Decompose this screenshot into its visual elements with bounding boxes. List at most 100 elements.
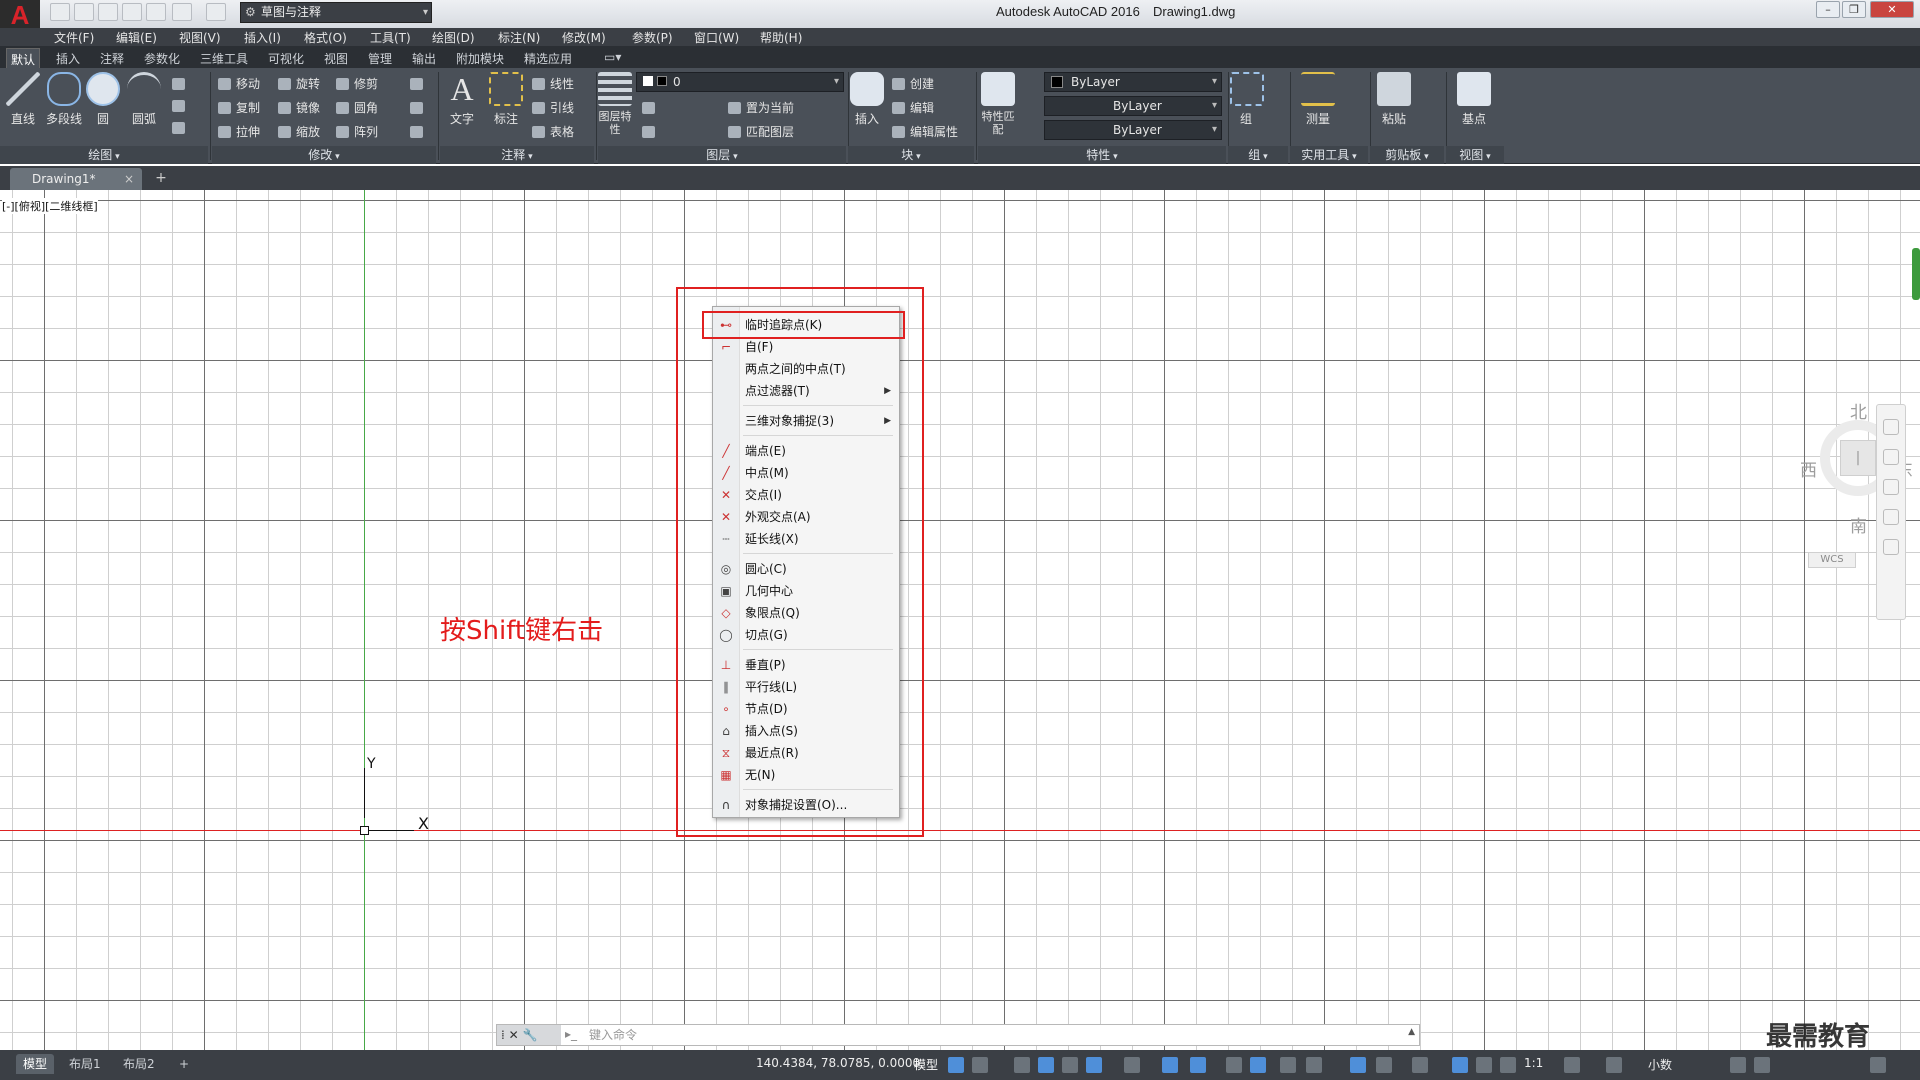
- groups-panel-title[interactable]: 组: [1228, 146, 1288, 164]
- layout-tab-model[interactable]: 模型: [16, 1054, 55, 1074]
- lock-ui-icon[interactable]: [1754, 1057, 1770, 1073]
- selection-filter-icon[interactable]: [1376, 1057, 1392, 1073]
- view-panel-title[interactable]: 视图: [1446, 146, 1504, 164]
- menu-item-point-filters[interactable]: 点过滤器(T) ▶: [713, 381, 899, 401]
- orbit-icon[interactable]: [1883, 509, 1899, 525]
- base-point-button[interactable]: 基点: [1456, 72, 1492, 127]
- tab-view[interactable]: 视图: [320, 48, 352, 69]
- polar-tracking-icon[interactable]: [1086, 1057, 1102, 1073]
- menu-item-3d-osnap[interactable]: 三维对象捕捉(3) ▶: [713, 411, 899, 431]
- dynamic-input-icon[interactable]: [1038, 1057, 1054, 1073]
- menu-view[interactable]: 视图(V): [179, 29, 221, 46]
- menu-edit[interactable]: 编辑(E): [116, 29, 157, 46]
- menu-item-midpoint[interactable]: ╱ 中点(M): [713, 463, 899, 483]
- menu-item-insertion[interactable]: ⌂ 插入点(S): [713, 721, 899, 741]
- compass-north[interactable]: 北: [1850, 398, 1867, 423]
- create-block-button[interactable]: 创建: [890, 74, 934, 94]
- linear-button[interactable]: 线性: [530, 74, 574, 94]
- annotation-visibility-icon[interactable]: [1452, 1057, 1468, 1073]
- new-file-icon[interactable]: [50, 3, 70, 21]
- menu-item-quadrant[interactable]: ◇ 象限点(Q): [713, 603, 899, 623]
- tab-annotate[interactable]: 注释: [96, 48, 128, 69]
- explode-button[interactable]: [408, 98, 432, 118]
- menu-item-node[interactable]: ∘ 节点(D): [713, 699, 899, 719]
- menu-item-endpoint[interactable]: ╱ 端点(E): [713, 441, 899, 461]
- layer-properties-button[interactable]: 图层特性: [598, 72, 632, 136]
- layer-dropdown[interactable]: 0: [636, 72, 844, 92]
- wcs-menu[interactable]: WCS: [1808, 552, 1856, 568]
- dimension-button[interactable]: 标注: [486, 72, 526, 127]
- layer-tools-row-2[interactable]: [640, 122, 720, 142]
- arc-button[interactable]: 圆弧: [126, 72, 162, 127]
- rotate-button[interactable]: 旋转: [276, 74, 320, 94]
- annotation-panel-title[interactable]: 注释: [440, 146, 594, 164]
- customization-icon[interactable]: [1870, 1057, 1886, 1073]
- drawing-canvas[interactable]: [-][俯视][二维线框] Y X 按Shift键右击 | 北 西 东 南 WC…: [0, 190, 1920, 1050]
- draw-panel-title[interactable]: 绘图: [0, 146, 208, 164]
- command-history-icon[interactable]: ▲: [1408, 1027, 1415, 1037]
- text-button[interactable]: A 文字: [444, 72, 480, 127]
- hatch-button[interactable]: [170, 96, 200, 116]
- workspace-switching-icon[interactable]: [1564, 1057, 1580, 1073]
- ribbon-options-icon[interactable]: ▭▾: [600, 48, 625, 66]
- menu-item-from[interactable]: ⌐ 自(F): [713, 337, 899, 357]
- move-button[interactable]: 移动: [216, 74, 260, 94]
- save-as-icon[interactable]: [122, 3, 142, 21]
- scroll-indicator[interactable]: [1912, 248, 1920, 300]
- close-icon[interactable]: ✕: [1870, 1, 1914, 18]
- auto-scale-icon[interactable]: [1476, 1057, 1492, 1073]
- region-button[interactable]: [170, 118, 200, 138]
- menu-item-nearest[interactable]: ⧖ 最近点(R): [713, 743, 899, 763]
- menu-item-intersection[interactable]: ✕ 交点(I): [713, 485, 899, 505]
- scale-button[interactable]: 缩放: [276, 122, 320, 142]
- plot-icon[interactable]: [146, 3, 166, 21]
- layer-tools-row-1[interactable]: [640, 98, 720, 118]
- menu-item-center[interactable]: ◎ 圆心(C): [713, 559, 899, 579]
- tab-addins[interactable]: 附加模块: [452, 48, 508, 69]
- insert-block-button[interactable]: 插入: [850, 72, 884, 127]
- grid-icon[interactable]: [948, 1057, 964, 1073]
- add-layout-icon[interactable]: +: [172, 1054, 196, 1074]
- close-tab-icon[interactable]: ×: [124, 168, 134, 190]
- edit-block-button[interactable]: 编辑: [890, 98, 934, 118]
- model-space-button[interactable]: 模型: [914, 1056, 938, 1073]
- erase-button[interactable]: [408, 74, 432, 94]
- tab-manage[interactable]: 管理: [364, 48, 396, 69]
- menu-file[interactable]: 文件(F): [54, 29, 94, 46]
- copy-button[interactable]: 复制: [216, 98, 260, 118]
- match-layer-button[interactable]: 匹配图层: [726, 122, 794, 142]
- menu-modify[interactable]: 修改(M): [562, 29, 606, 46]
- menu-format[interactable]: 格式(O): [304, 29, 347, 46]
- menu-tools[interactable]: 工具(T): [370, 29, 411, 46]
- compass-west[interactable]: 西: [1800, 456, 1817, 481]
- menu-item-perpendicular[interactable]: ⊥ 垂直(P): [713, 655, 899, 675]
- redo-icon[interactable]: [206, 3, 226, 21]
- menu-item-tangent[interactable]: ◯ 切点(G): [713, 625, 899, 645]
- tab-3d-tools[interactable]: 三维工具: [196, 48, 252, 69]
- linetype-dropdown[interactable]: ByLayer: [1044, 96, 1222, 116]
- properties-panel-title[interactable]: 特性: [978, 146, 1226, 164]
- ortho-icon[interactable]: [1062, 1057, 1078, 1073]
- layout-tab-1[interactable]: 布局1: [62, 1054, 108, 1074]
- object-snap-context-menu[interactable]: ⊷ 临时追踪点(K) ⌐ 自(F) 两点之间的中点(T) 点过滤器(T) ▶ 三维对象…: [712, 306, 900, 818]
- menu-item-apparent-intersection[interactable]: ✕ 外观交点(A): [713, 507, 899, 527]
- menu-item-parallel[interactable]: ∥ 平行线(L): [713, 677, 899, 697]
- undo-icon[interactable]: [172, 3, 192, 21]
- tab-output[interactable]: 输出: [408, 48, 440, 69]
- snap-icon[interactable]: [972, 1057, 988, 1073]
- command-input[interactable]: [589, 1025, 1369, 1045]
- menu-draw[interactable]: 绘图(D): [432, 29, 475, 46]
- set-current-button[interactable]: 置为当前: [726, 98, 794, 118]
- match-properties-button[interactable]: 特性匹配: [980, 72, 1016, 136]
- units-selector[interactable]: 小数: [1648, 1056, 1672, 1073]
- menu-item-osnap-settings[interactable]: ∩ 对象捕捉设置(O)...: [713, 795, 899, 815]
- menu-item-midpoint-between[interactable]: 两点之间的中点(T): [713, 359, 899, 379]
- group-button[interactable]: 组: [1230, 72, 1264, 127]
- lineweight-dropdown[interactable]: ByLayer: [1044, 120, 1222, 140]
- viewport-controls[interactable]: [-][俯视][二维线框]: [2, 198, 98, 214]
- command-line[interactable]: ⁞ ✕ 🔧 ▸_ ▲: [496, 1024, 1420, 1046]
- line-button[interactable]: 直线: [4, 72, 42, 127]
- annotation-scale-icon[interactable]: [1500, 1057, 1516, 1073]
- cube-face-top[interactable]: |: [1840, 440, 1876, 476]
- layers-panel-title[interactable]: 图层: [598, 146, 846, 164]
